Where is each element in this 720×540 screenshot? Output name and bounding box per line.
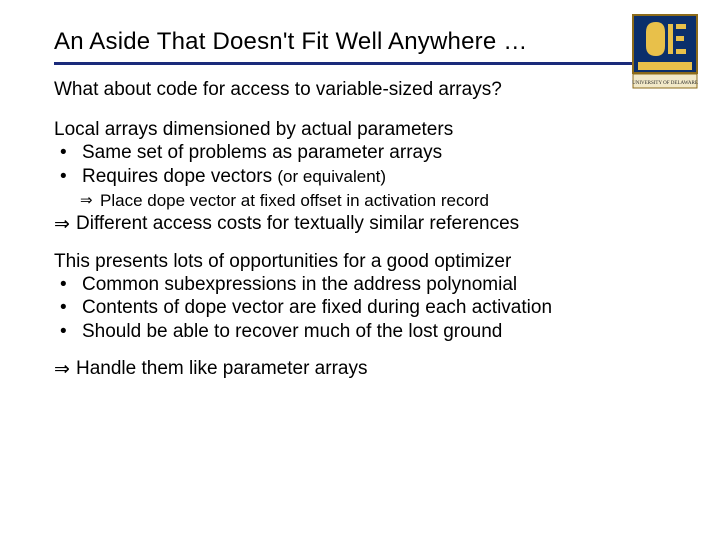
question-text: What about code for access to variable-s… bbox=[54, 79, 666, 101]
list-item: Contents of dope vector are fixed during… bbox=[54, 296, 666, 320]
title-rule bbox=[54, 62, 666, 65]
block2-result: Handle them like parameter arrays bbox=[54, 358, 666, 380]
block1-bullets: Same set of problems as parameter arrays… bbox=[54, 141, 666, 189]
list-item: Should be able to recover much of the lo… bbox=[54, 320, 666, 344]
block1-sub: Place dope vector at fixed offset in act… bbox=[54, 191, 666, 211]
svg-text:UNIVERSITY OF DELAWARE: UNIVERSITY OF DELAWARE bbox=[632, 81, 698, 86]
slide: UNIVERSITY OF DELAWARE An Aside That Doe… bbox=[0, 0, 720, 540]
slide-title: An Aside That Doesn't Fit Well Anywhere … bbox=[54, 28, 666, 56]
block2-bullets: Common subexpressions in the address pol… bbox=[54, 273, 666, 344]
block2-lead: This presents lots of opportunities for … bbox=[54, 251, 666, 273]
list-item: Same set of problems as parameter arrays bbox=[54, 141, 666, 165]
block1-lead: Local arrays dimensioned by actual param… bbox=[54, 119, 666, 141]
university-logo: UNIVERSITY OF DELAWARE bbox=[632, 14, 698, 90]
list-item: Common subexpressions in the address pol… bbox=[54, 273, 666, 297]
block1-result: Different access costs for textually sim… bbox=[54, 213, 666, 235]
bullet-suffix: (or equivalent) bbox=[277, 167, 386, 186]
bullet-text: Requires dope vectors bbox=[82, 166, 277, 187]
list-item: Requires dope vectors (or equivalent) bbox=[54, 165, 666, 189]
